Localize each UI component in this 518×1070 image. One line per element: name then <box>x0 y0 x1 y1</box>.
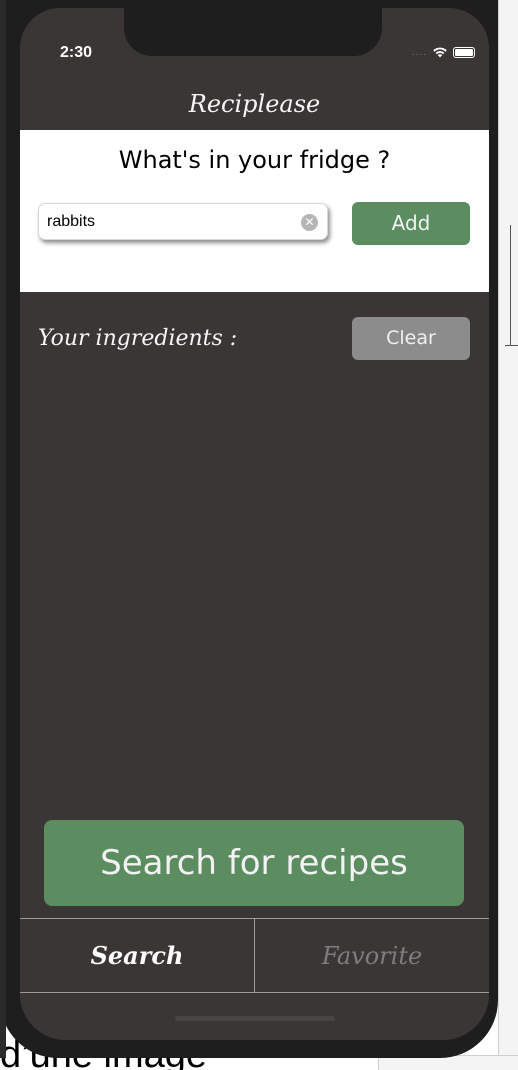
ingredients-label: Your ingredients : <box>38 326 238 351</box>
clear-button[interactable]: Clear <box>352 317 470 360</box>
phone-frame: 2:30 .... Reciplease What's in your frid… <box>0 0 498 1058</box>
nav-title: Reciplease <box>188 90 321 118</box>
phone-frame-edge <box>0 0 6 1058</box>
background-divider <box>510 225 511 345</box>
fridge-title: What's in your fridge ? <box>118 146 391 174</box>
phone-screen: 2:30 .... Reciplease What's in your frid… <box>20 8 489 1040</box>
notch <box>124 8 382 56</box>
background-window-edge <box>498 0 518 1070</box>
home-indicator[interactable] <box>175 1016 335 1021</box>
ingredient-search-field[interactable]: ✕ <box>38 203 328 240</box>
wifi-icon <box>433 47 447 58</box>
search-recipes-button[interactable]: Search for recipes <box>44 820 464 906</box>
fridge-panel: What's in your fridge ? ✕ Add <box>20 130 489 292</box>
status-time: 2:30 <box>60 44 93 61</box>
ingredients-list[interactable] <box>38 370 470 810</box>
add-button[interactable]: Add <box>352 202 470 245</box>
battery-icon <box>453 46 476 58</box>
signal-dots-icon: .... <box>412 46 428 58</box>
ingredient-input[interactable] <box>47 204 287 239</box>
tab-favorite[interactable]: Favorite <box>255 919 489 992</box>
background-divider-tick <box>505 345 518 346</box>
status-icons: .... <box>412 46 476 58</box>
tab-bar: Search Favorite <box>20 918 489 993</box>
tab-search[interactable]: Search <box>20 919 255 992</box>
clear-text-icon[interactable]: ✕ <box>301 214 318 231</box>
